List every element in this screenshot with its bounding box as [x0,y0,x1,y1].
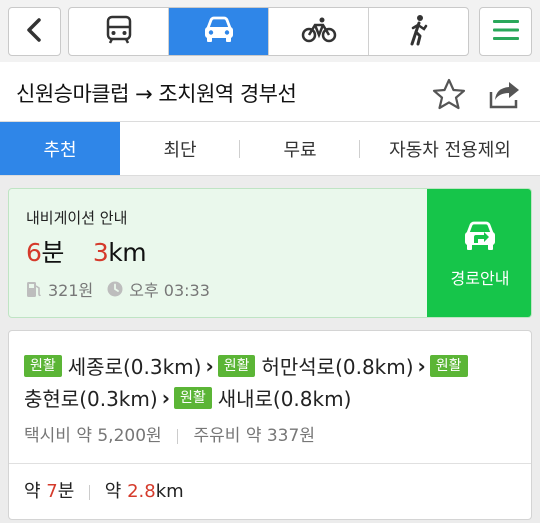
road-segment: 허만석로(0.8km) [261,355,414,379]
summary-divider [89,484,91,500]
fuel-fare: 주유비 약 337원 [193,426,315,446]
chevron-right-icon: › [161,385,170,410]
back-button[interactable] [8,7,61,56]
start-guidance-button[interactable]: 경로안내 [427,189,531,317]
mode-car-tab[interactable] [169,8,269,55]
route-guidance-icon [460,219,500,257]
mode-walk-tab[interactable] [369,8,468,55]
road-list-line-2: 충현로(0.3km) › 원활 새내로(0.8km) [24,383,351,412]
route-detail-card[interactable]: 원활 세종로(0.3km) › 원활 허만석로(0.8km) › 원활 충현로(… [8,330,532,520]
favorite-button[interactable] [432,78,466,110]
tab-label: 자동차 전용제외 [389,139,511,161]
route-title-bar: 신원승마클럽 → 조치원역 경부선 [0,62,540,122]
star-icon [432,78,466,114]
menu-button[interactable] [479,7,532,56]
start-guidance-label: 경로안내 [450,269,510,288]
traffic-status-badge: 원활 [217,354,256,377]
transport-mode-tabs [68,7,469,56]
tab-recommended[interactable]: 추천 [0,122,120,175]
road-list-line-1: 원활 세종로(0.3km) › 원활 허만석로(0.8km) › 원활 [24,351,474,380]
card-divider [9,463,531,464]
road-segment: 새내로(0.8km) [217,387,352,411]
duration-value: 6 [26,238,42,267]
navigation-summary-card[interactable]: 내비게이션 안내 6분 3km 321원 오후 03:33 경로안내 [8,188,532,318]
share-button[interactable] [487,78,523,110]
share-icon [487,82,523,114]
summary-distance-value: 2.8 [127,481,156,502]
mode-bus-tab[interactable] [69,8,169,55]
navigation-meta: 321원 오후 03:33 [26,277,210,301]
route-option-tabs: 추천 최단 무료 자동차 전용제외 [0,122,540,176]
traffic-status-badge: 원활 [173,386,212,409]
summary-time-prefix: 약 [24,481,47,502]
chevron-right-icon: › [417,353,426,378]
summary-distance-prefix: 약 [104,481,128,502]
tab-label: 최단 [163,139,197,161]
route-title: 신원승마클럽 → 조치원역 경부선 [16,82,297,106]
clock-icon [107,281,123,297]
tab-shortest[interactable]: 최단 [120,122,240,175]
bus-icon [106,15,132,49]
arrival-time: 오후 03:33 [129,281,210,300]
bicycle-icon [301,16,337,48]
road-segment: 충현로(0.3km) [24,387,158,411]
traffic-status-badge: 원활 [24,354,62,377]
traffic-status-badge: 원활 [429,354,468,377]
summary-time-value: 7 [46,481,58,502]
route-summary: 약 7분 약 2.8km [24,477,184,503]
navigation-duration-distance: 6분 3km [26,233,147,269]
summary-distance-unit: km [155,481,184,502]
road-segment: 세종로(0.3km) [67,355,202,379]
tab-free[interactable]: 무료 [240,122,360,175]
distance-value: 3 [92,238,109,267]
hamburger-menu-icon [492,18,520,46]
car-icon [202,16,236,48]
taxi-fare: 택시비 약 5,200원 [24,426,162,446]
mode-bike-tab[interactable] [269,8,369,55]
fare-info: 택시비 약 5,200원 주유비 약 337원 [24,421,315,446]
transport-mode-bar [0,0,540,62]
tab-label: 무료 [283,139,317,161]
chevron-right-icon: › [205,353,214,378]
fuel-cost: 321원 [48,281,94,300]
distance-unit: km [108,238,147,267]
tab-exclude-motorway[interactable]: 자동차 전용제외 [360,122,540,175]
walk-icon [407,14,431,50]
navigation-label: 내비게이션 안내 [26,209,128,227]
fare-divider [177,428,179,444]
tab-label: 추천 [43,139,77,161]
fuel-pump-icon [26,280,42,298]
duration-unit: 분 [41,238,64,267]
summary-time-unit: 분 [57,481,75,502]
back-arrow-icon [24,17,46,47]
